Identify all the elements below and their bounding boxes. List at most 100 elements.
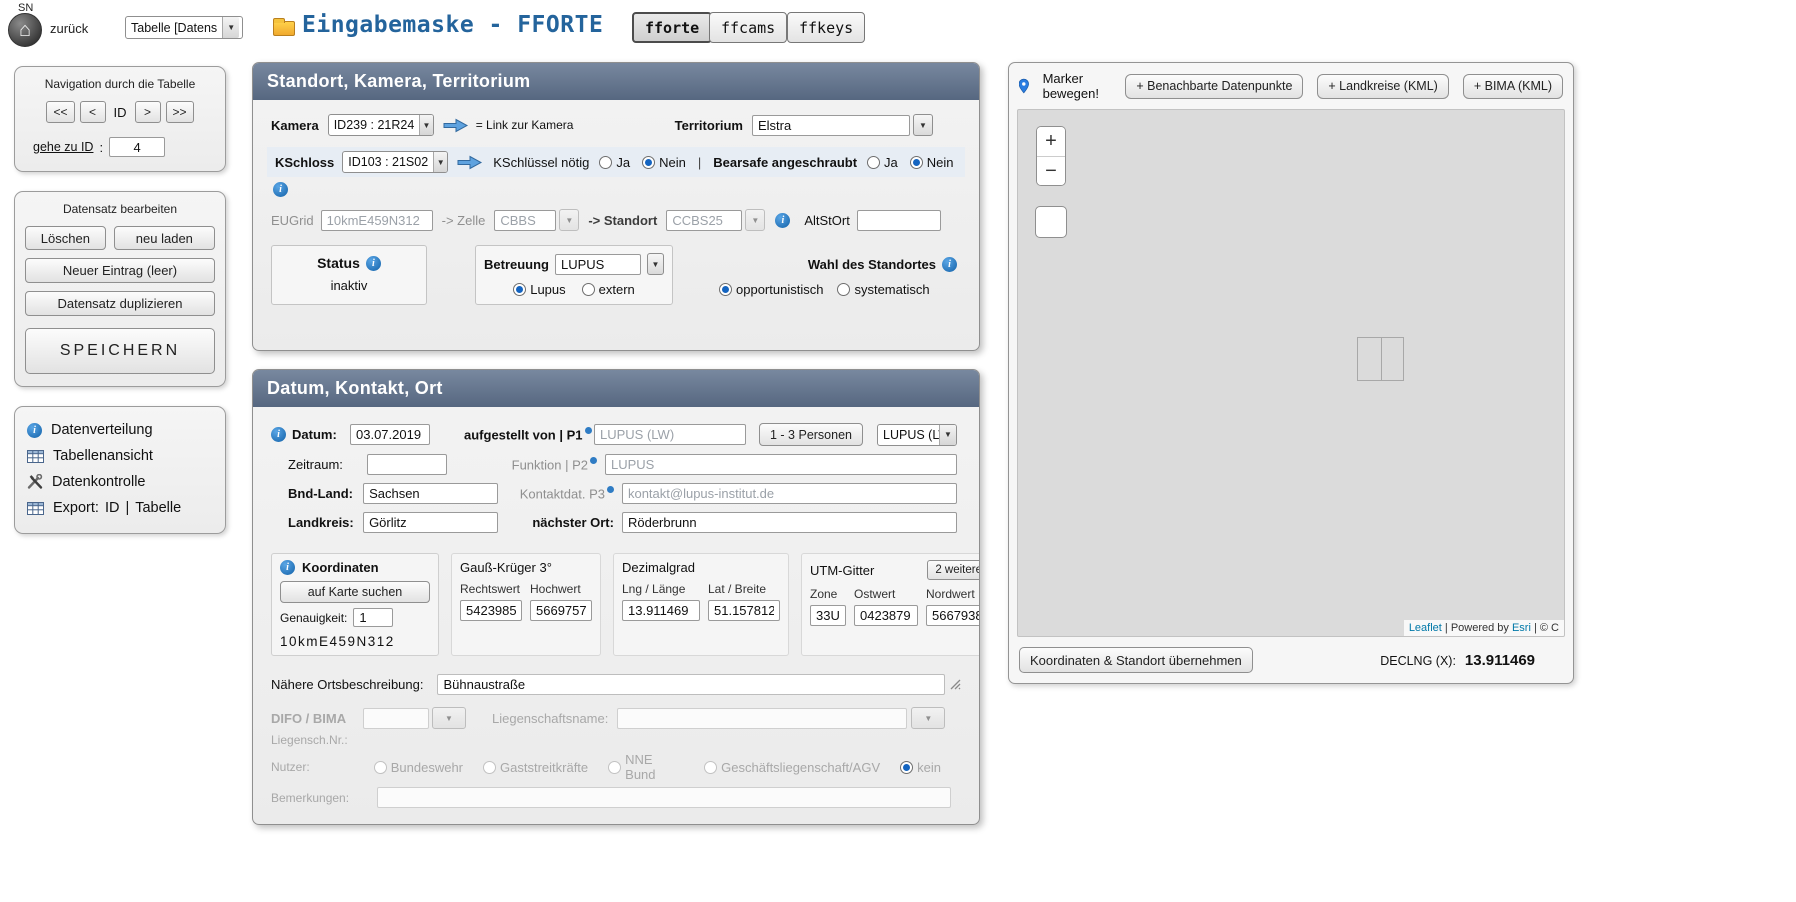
info-icon[interactable]: i: [775, 213, 790, 228]
p1-input[interactable]: [594, 424, 746, 445]
rechtswert-input[interactable]: [460, 600, 522, 621]
weitere-button[interactable]: 2 weitere: [927, 560, 980, 580]
laenge-input[interactable]: [622, 600, 700, 621]
betreuung-extern-radio[interactable]: [582, 283, 595, 296]
kschluessel-ja-radio[interactable]: [599, 156, 612, 169]
folder-icon: [273, 21, 295, 36]
kamera-select[interactable]: ID239 : 21R24 ▼: [328, 114, 434, 136]
liegennr-label: Liegensch.Nr.:: [271, 733, 348, 747]
esri-link[interactable]: Esri: [1512, 622, 1531, 634]
p3-input[interactable]: [622, 483, 957, 504]
info-icon[interactable]: i: [942, 257, 957, 272]
map-view[interactable]: + − Leaflet | Powered by Esri | © C: [1017, 109, 1565, 637]
territorium-dropdown-button[interactable]: ▼: [913, 114, 933, 136]
info-icon[interactable]: i: [271, 427, 286, 442]
delete-button[interactable]: Löschen: [25, 226, 106, 250]
territorium-input[interactable]: [752, 115, 910, 136]
p1-select[interactable]: LUPUS (LW ▼: [877, 424, 957, 446]
zelle-input[interactable]: [494, 210, 556, 231]
bndland-input[interactable]: [363, 483, 498, 504]
landkreise-kml-button[interactable]: + Landkreise (KML): [1317, 74, 1448, 99]
reload-button[interactable]: neu laden: [114, 226, 215, 250]
standort-dropdown-button[interactable]: ▼: [745, 209, 765, 231]
resize-grip-icon[interactable]: [950, 679, 961, 690]
home-button[interactable]: ⌂: [8, 13, 42, 47]
link-tabellenansicht[interactable]: Tabellenansicht: [25, 443, 215, 469]
chevron-down-icon: ▼: [419, 115, 432, 135]
export-table-link[interactable]: Tabelle: [135, 500, 181, 516]
zeitraum-input[interactable]: [367, 454, 447, 475]
nutzer-bundeswehr-radio[interactable]: [374, 761, 387, 774]
save-button[interactable]: SPEICHERN: [25, 328, 215, 374]
apply-coordinates-button[interactable]: Koordinaten & Standort übernehmen: [1019, 647, 1253, 673]
tab-fforte[interactable]: fforte: [632, 12, 712, 43]
zoom-in-button[interactable]: +: [1037, 127, 1065, 156]
bearsafe-nein-radio[interactable]: [910, 156, 923, 169]
systematisch-radio[interactable]: [837, 283, 850, 296]
link-datenkontrolle[interactable]: Datenkontrolle: [25, 469, 215, 495]
next-record-button[interactable]: >: [135, 101, 161, 123]
liegenschaft-dropdown-button[interactable]: ▼: [911, 707, 945, 729]
utm-nordwert-input[interactable]: [926, 605, 980, 626]
link-datenverteilung[interactable]: i Datenverteilung: [25, 417, 215, 443]
zelle-dropdown-button[interactable]: ▼: [559, 209, 579, 231]
zoom-out-button[interactable]: −: [1037, 156, 1065, 185]
leaflet-link[interactable]: Leaflet: [1409, 622, 1442, 634]
nutzer-kein-radio[interactable]: [900, 761, 913, 774]
nutzer-option-label: Bundeswehr: [391, 760, 463, 775]
altstort-label: AltStOrt: [804, 213, 850, 228]
bima-kml-button[interactable]: + BIMA (KML): [1463, 74, 1563, 99]
tab-ffcams[interactable]: ffcams: [709, 12, 787, 43]
eugrid-input[interactable]: [321, 210, 433, 231]
betreuung-lupus-radio[interactable]: [513, 283, 526, 296]
opportunistisch-radio[interactable]: [719, 283, 732, 296]
kschloss-select[interactable]: ID103 : 21S02 ▼: [342, 151, 448, 173]
new-entry-button[interactable]: Neuer Eintrag (leer): [25, 258, 215, 283]
liegenschaftsname-input[interactable]: [617, 708, 907, 729]
genauigkeit-input[interactable]: [353, 608, 393, 627]
landkreis-input[interactable]: [363, 512, 498, 533]
standort-input[interactable]: [666, 210, 742, 231]
nein-label: Nein: [659, 155, 686, 170]
p2-input[interactable]: [605, 454, 957, 475]
back-link[interactable]: zurück: [50, 21, 88, 36]
altstort-input[interactable]: [857, 210, 941, 231]
bemerkungen-input[interactable]: [377, 787, 951, 808]
hochwert-input[interactable]: [530, 600, 592, 621]
prev-record-button[interactable]: <: [80, 101, 106, 123]
personen-button[interactable]: 1 - 3 Personen: [759, 423, 863, 446]
difo-input[interactable]: [363, 708, 429, 729]
bearsafe-ja-radio[interactable]: [867, 156, 880, 169]
duplicate-button[interactable]: Datensatz duplizieren: [25, 291, 215, 316]
kschluessel-nein-radio[interactable]: [642, 156, 655, 169]
link-arrow-icon[interactable]: [443, 118, 469, 133]
goto-id-link[interactable]: gehe zu ID: [33, 140, 93, 154]
table-select[interactable]: Tabelle [Datens ▼: [125, 16, 243, 39]
goto-id-input[interactable]: [109, 137, 165, 157]
link-arrow-icon[interactable]: [457, 155, 483, 170]
utm-ostwert-input[interactable]: [854, 605, 918, 626]
karte-suchen-button[interactable]: auf Karte suchen: [280, 581, 430, 603]
tab-ffkeys[interactable]: ffkeys: [787, 12, 865, 43]
betreuung-dropdown-button[interactable]: ▼: [647, 253, 664, 275]
info-icon[interactable]: i: [280, 560, 295, 575]
nutzer-agv-radio[interactable]: [704, 761, 717, 774]
betreuung-input[interactable]: [555, 254, 641, 275]
ortsbeschreibung-input[interactable]: [437, 674, 945, 695]
utm-zone-label: Zone: [810, 587, 846, 601]
utm-zone-input[interactable]: [810, 605, 846, 626]
info-icon[interactable]: i: [273, 182, 288, 197]
info-icon[interactable]: i: [366, 256, 381, 271]
ort-input[interactable]: [622, 512, 957, 533]
benachbarte-datenpunkte-button[interactable]: + Benachbarte Datenpunkte: [1125, 74, 1303, 99]
datum-input[interactable]: [350, 424, 430, 445]
export-id-link[interactable]: ID: [105, 500, 120, 516]
map-extra-control[interactable]: [1035, 206, 1067, 238]
nutzer-nne-bund-radio[interactable]: [608, 761, 621, 774]
last-record-button[interactable]: >>: [166, 101, 194, 123]
gk-title: Gauß-Krüger 3°: [460, 560, 592, 575]
difo-dropdown-button[interactable]: ▼: [432, 707, 466, 729]
nutzer-gaststreitkraefte-radio[interactable]: [483, 761, 496, 774]
breite-input[interactable]: [708, 600, 780, 621]
first-record-button[interactable]: <<: [46, 101, 74, 123]
